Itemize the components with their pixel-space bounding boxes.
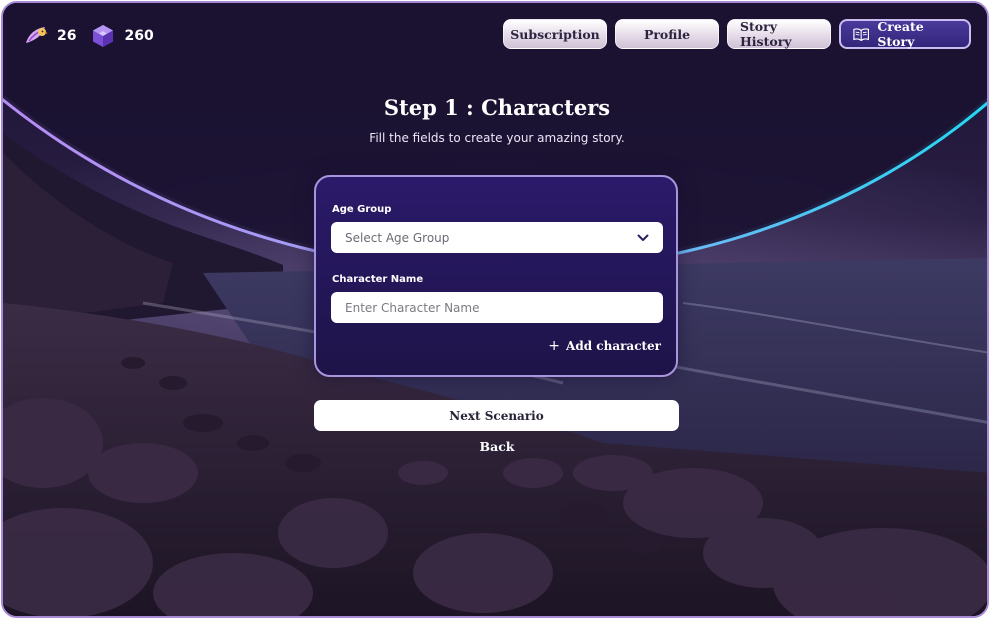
character-form-card: Age Group Select Age Group Character Nam…: [314, 175, 678, 377]
purple-gem-icon: [93, 25, 114, 47]
gem-stat: 260: [90, 23, 154, 49]
create-story-label: Create Story: [877, 19, 924, 49]
character-name-label: Character Name: [332, 274, 424, 285]
create-story-button[interactable]: Create Story: [839, 19, 971, 49]
feather-count: 26: [57, 28, 77, 44]
add-character-button[interactable]: + Add character: [548, 338, 661, 354]
page-subtitle: Fill the fields to create your amazing s…: [369, 131, 625, 145]
app-frame: 26 260 Subscription Profile Story Histor…: [1, 1, 989, 618]
feather-stat: 26: [23, 23, 76, 49]
age-group-select[interactable]: Select Age Group: [331, 222, 663, 253]
profile-button[interactable]: Profile: [615, 19, 719, 49]
age-group-value: Select Age Group: [345, 230, 450, 245]
gem-count: 260: [124, 28, 154, 44]
age-group-label: Age Group: [332, 204, 392, 215]
top-nav: Subscription Profile Story History Creat…: [503, 19, 971, 49]
chevron-down-icon: [637, 234, 649, 241]
plus-icon: +: [548, 338, 561, 354]
add-character-label: Add character: [566, 339, 661, 353]
next-scenario-button[interactable]: Next Scenario: [314, 400, 679, 431]
back-link[interactable]: Back: [3, 439, 987, 454]
character-name-input[interactable]: [331, 292, 663, 323]
stats-bar: 26 260: [23, 23, 162, 49]
subscription-button[interactable]: Subscription: [503, 19, 607, 49]
story-history-button[interactable]: Story History: [727, 19, 831, 49]
bird-feather-icon: [26, 27, 48, 43]
open-book-icon: [853, 28, 870, 41]
page-title: Step 1 : Characters: [383, 95, 611, 120]
